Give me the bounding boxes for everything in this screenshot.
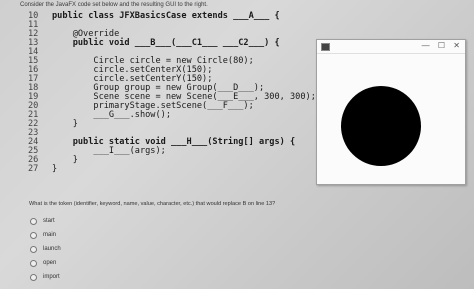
radio-icon[interactable] [30, 231, 37, 239]
option-label: launch [43, 246, 61, 252]
option-label: open [43, 260, 57, 266]
radio-icon[interactable] [30, 245, 37, 253]
option-main[interactable]: main [30, 228, 61, 242]
option-open[interactable]: open [30, 256, 61, 270]
option-label: main [43, 232, 57, 238]
answer-options: start main launch open import [30, 214, 61, 284]
line-number: 27 [28, 164, 39, 174]
code-text: public void ___B___(___C1___ ___C2___) { [52, 38, 280, 48]
code-line: 13 public void ___B___(___C1___ ___C2___… [28, 39, 316, 48]
code-line: 26 } [28, 156, 316, 165]
window-titlebar: — ☐ ✕ [317, 40, 465, 54]
radio-icon[interactable] [30, 259, 37, 267]
option-import[interactable]: import [30, 270, 61, 284]
code-text: } [52, 164, 58, 174]
black-circle [341, 86, 421, 166]
javafx-window: — ☐ ✕ [316, 39, 466, 185]
question-text: What is the token (identifier, keyword, … [29, 201, 276, 207]
code-listing: 10 public class JFXBasicsCase extends ___… [28, 12, 316, 174]
option-label: import [43, 274, 60, 280]
instruction-text: Consider the JavaFX code set below and t… [20, 2, 208, 8]
option-label: start [43, 218, 55, 224]
close-icon[interactable]: ✕ [453, 41, 460, 50]
app-icon [321, 43, 330, 51]
code-text: } [52, 119, 78, 129]
window-controls: — ☐ ✕ [416, 41, 460, 50]
code-line: 10 public class JFXBasicsCase extends ___… [28, 12, 316, 21]
minimize-icon[interactable]: — [422, 41, 430, 50]
radio-icon[interactable] [30, 217, 37, 225]
radio-icon[interactable] [30, 273, 37, 281]
code-line: 27} [28, 165, 316, 174]
code-text: public class JFXBasicsCase extends ___A_… [52, 11, 280, 21]
option-start[interactable]: start [30, 214, 61, 228]
maximize-icon[interactable]: ☐ [438, 41, 445, 50]
code-line: 22 } [28, 120, 316, 129]
option-launch[interactable]: launch [30, 242, 61, 256]
